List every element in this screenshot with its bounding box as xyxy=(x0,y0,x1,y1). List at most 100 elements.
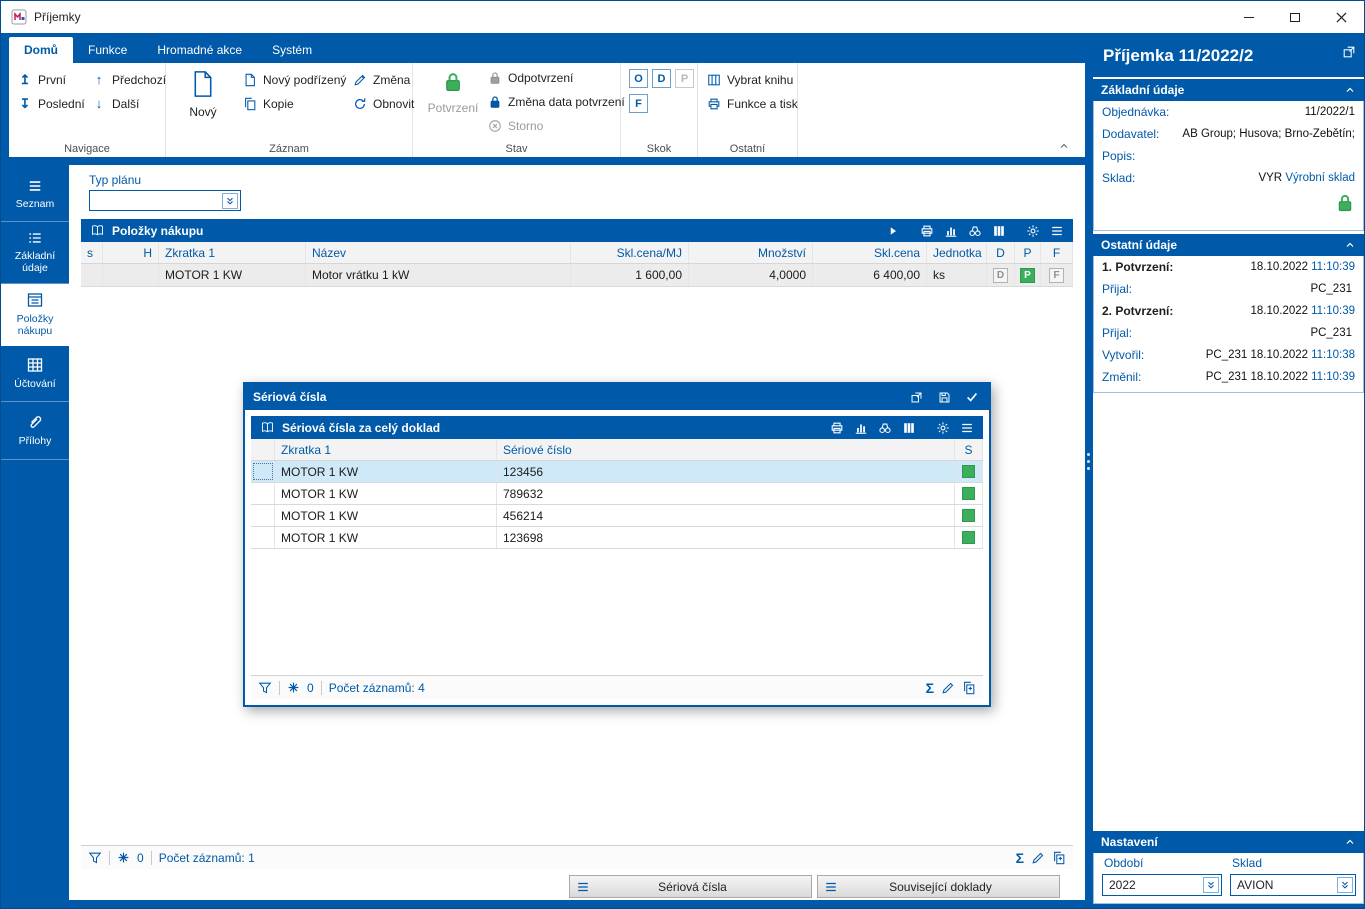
print-icon[interactable] xyxy=(918,223,936,239)
edit-pencil-icon[interactable] xyxy=(1031,851,1045,865)
new-button[interactable]: Nový xyxy=(180,65,226,119)
copy-button[interactable]: Kopie xyxy=(242,93,294,114)
sklad-name[interactable]: Výrobní sklad xyxy=(1285,172,1355,184)
edit-pencil-icon[interactable] xyxy=(941,681,955,695)
chevron-up-icon[interactable] xyxy=(1344,836,1356,848)
col-cena-mj[interactable]: Skl.cena/MJ xyxy=(617,246,682,260)
tab-hromadne-akce[interactable]: Hromadné akce xyxy=(142,37,257,63)
chart-icon[interactable] xyxy=(942,223,960,239)
section-header-zakladni[interactable]: Základní údaje xyxy=(1093,79,1364,101)
serial-row[interactable]: MOTOR 1 KW 123456 xyxy=(251,461,983,483)
star-filter-icon[interactable] xyxy=(287,681,300,694)
flag-f[interactable]: F xyxy=(1049,267,1064,283)
sklad-select[interactable]: AVION xyxy=(1230,874,1356,896)
serial-row[interactable]: MOTOR 1 KW 789632 xyxy=(251,483,983,505)
menu-icon[interactable] xyxy=(958,420,976,436)
related-documents-button[interactable]: Související doklady xyxy=(817,875,1060,898)
menu-icon[interactable] xyxy=(1048,223,1066,239)
select-book-button[interactable]: Vybrat knihu xyxy=(706,69,793,90)
copy-grid-icon[interactable] xyxy=(1052,851,1066,865)
tab-domu[interactable]: Domů xyxy=(9,37,73,63)
functions-print-button[interactable]: Funkce a tisk xyxy=(706,93,798,114)
sklad-value[interactable]: VYR Výrobní sklad xyxy=(1258,172,1355,184)
confirm-button[interactable]: Potvrzení xyxy=(425,65,481,115)
sidebar-item-uctovani[interactable]: Účtování xyxy=(1,346,69,402)
gear-icon[interactable] xyxy=(1024,223,1042,239)
col-mnozstvi[interactable]: Množství xyxy=(758,246,806,260)
maximize-button[interactable] xyxy=(1272,1,1318,33)
sum-icon[interactable]: Σ xyxy=(926,681,934,695)
tab-system[interactable]: Systém xyxy=(257,37,327,63)
serial-row[interactable]: MOTOR 1 KW 123698 xyxy=(251,527,983,549)
chart-icon[interactable] xyxy=(852,420,870,436)
section-header-nastaveni[interactable]: Nastavení xyxy=(1093,831,1364,853)
tab-funkce[interactable]: Funkce xyxy=(73,37,142,63)
close-button[interactable] xyxy=(1318,1,1364,33)
filter-icon[interactable] xyxy=(88,851,102,865)
new-child-button[interactable]: Nový podřízený xyxy=(242,69,346,90)
save-icon[interactable] xyxy=(935,389,953,405)
sum-icon[interactable]: Σ xyxy=(1016,851,1024,865)
play-icon[interactable] xyxy=(884,223,902,239)
col-f[interactable]: F xyxy=(1053,246,1060,260)
sidebar-item-polozky-nakupu[interactable]: Položky nákupu xyxy=(1,284,69,346)
change-button[interactable]: Změna xyxy=(352,69,410,90)
chevron-down-icon[interactable] xyxy=(1203,877,1219,893)
col-zkratka[interactable]: Zkratka 1 xyxy=(165,246,215,260)
col-nazev[interactable]: Název xyxy=(312,246,346,260)
table-row[interactable]: MOTOR 1 KW Motor vrátku 1 kW 1 600,00 4,… xyxy=(81,264,1073,287)
chevron-down-icon[interactable] xyxy=(222,192,238,209)
storno-button[interactable]: Storno xyxy=(487,115,543,136)
serial-row[interactable]: MOTOR 1 KW 456214 xyxy=(251,505,983,527)
sidebar-item-seznam[interactable]: Seznam xyxy=(1,168,69,222)
previous-button[interactable]: ↑ Předchozí xyxy=(91,69,166,90)
binoculars-search-icon[interactable] xyxy=(876,420,894,436)
unconfirm-button[interactable]: Odpotvrzení xyxy=(487,67,573,88)
col-s[interactable]: S xyxy=(964,443,972,457)
collapse-ribbon-icon[interactable] xyxy=(1057,140,1071,152)
print-icon[interactable] xyxy=(828,420,846,436)
columns-icon[interactable] xyxy=(900,420,918,436)
star-filter-icon[interactable] xyxy=(117,851,130,864)
last-button[interactable]: ↧ Poslední xyxy=(17,93,85,114)
chevron-down-icon[interactable] xyxy=(1337,877,1353,893)
refresh-button[interactable]: Obnovit xyxy=(352,93,414,114)
copy-grid-icon[interactable] xyxy=(962,681,976,695)
chevron-up-icon[interactable] xyxy=(1344,84,1356,96)
sidebar-item-prilohy[interactable]: Přílohy xyxy=(1,402,69,460)
panel-splitter[interactable] xyxy=(1087,453,1090,470)
dialog-titlebar[interactable]: Sériová čísla xyxy=(245,384,989,410)
section-header-ostatni[interactable]: Ostatní údaje xyxy=(1093,234,1364,256)
binoculars-search-icon[interactable] xyxy=(966,223,984,239)
jump-f-button[interactable]: F xyxy=(629,94,648,113)
change-confirm-date-button[interactable]: Změna data potvrzení xyxy=(487,91,625,112)
col-seriove-cislo[interactable]: Sériové číslo xyxy=(503,443,572,457)
sidebar-item-zakladni-udaje[interactable]: Základní údaje xyxy=(1,222,69,284)
next-button[interactable]: ↓ Další xyxy=(91,93,140,114)
filter-icon[interactable] xyxy=(258,681,272,695)
col-h[interactable]: H xyxy=(143,246,152,260)
typ-planu-select[interactable] xyxy=(89,190,241,211)
serial-numbers-button[interactable]: Sériová čísla xyxy=(569,875,812,898)
objednavka-value[interactable]: 11/2022/1 xyxy=(1305,106,1355,118)
dodavatel-value[interactable]: AB Group; Husova; Brno-Žebětín; xyxy=(1182,128,1355,140)
obdobi-select[interactable]: 2022 xyxy=(1102,874,1222,896)
columns-icon[interactable] xyxy=(990,223,1008,239)
popup-window-icon[interactable] xyxy=(1342,45,1356,59)
popup-window-icon[interactable] xyxy=(907,389,925,405)
col-d[interactable]: D xyxy=(996,246,1005,260)
flag-p[interactable]: P xyxy=(1020,267,1035,283)
col-jednotka[interactable]: Jednotka xyxy=(933,246,982,260)
jump-d-button[interactable]: D xyxy=(652,69,671,88)
col-s[interactable]: s xyxy=(87,246,93,260)
minimize-button[interactable] xyxy=(1226,1,1272,33)
col-p[interactable]: P xyxy=(1023,246,1031,260)
confirm-check-icon[interactable] xyxy=(963,389,981,405)
first-button[interactable]: ↥ První xyxy=(17,69,66,90)
jump-o-button[interactable]: O xyxy=(629,69,648,88)
chevron-up-icon[interactable] xyxy=(1344,239,1356,251)
jump-p-button[interactable]: P xyxy=(675,69,694,88)
col-cena[interactable]: Skl.cena xyxy=(874,246,920,260)
gear-icon[interactable] xyxy=(934,420,952,436)
flag-d[interactable]: D xyxy=(993,267,1008,283)
